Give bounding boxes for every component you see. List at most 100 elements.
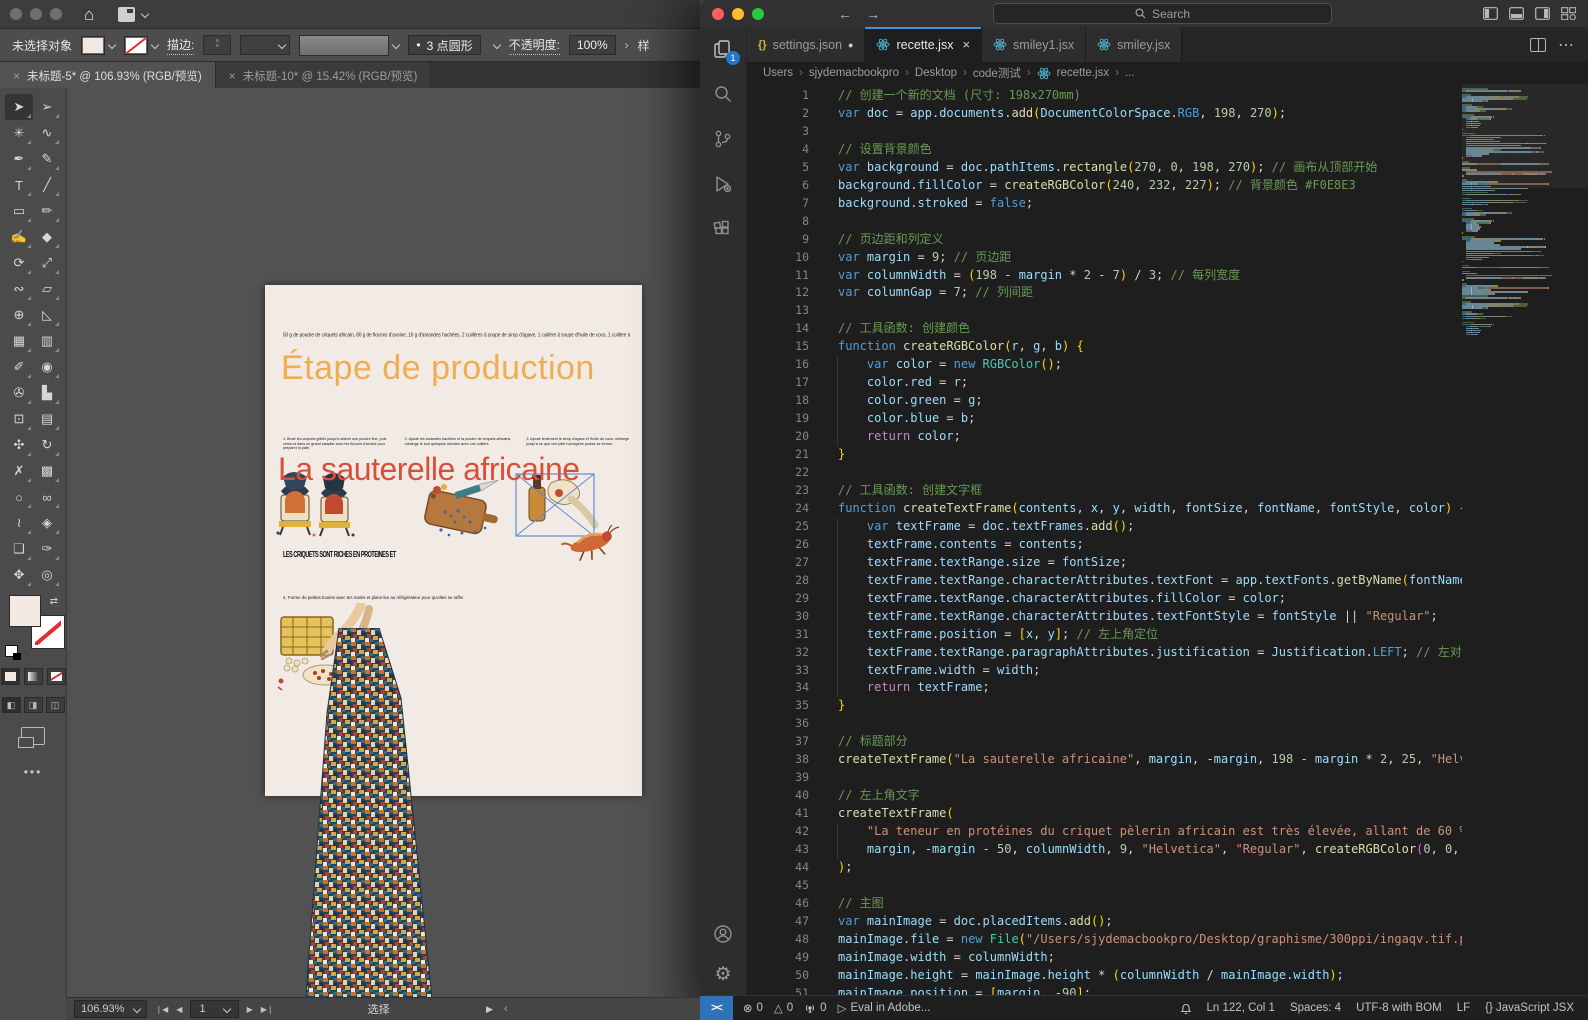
symbol-sprayer-tool[interactable]: ✇ xyxy=(5,380,33,406)
selection-tool[interactable]: ➤ xyxy=(5,94,33,120)
breadcrumb-item[interactable]: Users xyxy=(763,67,793,79)
curve-tool[interactable]: ≀ xyxy=(5,510,33,536)
gradient-button[interactable] xyxy=(23,668,43,685)
code-line[interactable]: 25 var textFrame = doc.textFrames.add(); xyxy=(747,517,1462,536)
source-control-icon[interactable] xyxy=(711,127,735,151)
code-line[interactable]: 30 textFrame.textRange.characterAttribut… xyxy=(747,607,1462,626)
draw-normal-mode[interactable]: ◧ xyxy=(1,697,21,713)
line-segment-tool[interactable]: ╱ xyxy=(33,172,61,198)
code-line[interactable]: 49 mainImage.width = columnWidth; xyxy=(747,949,1462,967)
code-line[interactable]: 7 background.stroked = false; xyxy=(747,195,1462,213)
code-line[interactable]: 43 margin, -margin - 50, columnWidth, 9,… xyxy=(747,841,1462,859)
bell-icon[interactable] xyxy=(1180,1002,1192,1015)
paintbrush-tool[interactable]: ✏ xyxy=(33,198,61,224)
draw-behind-mode[interactable]: ◨ xyxy=(23,697,43,713)
chevron-down-icon[interactable] xyxy=(107,40,117,50)
type-tool[interactable]: T xyxy=(5,172,33,198)
command-center-search[interactable]: Search xyxy=(993,3,1332,24)
code-line[interactable]: 23 // 工具函数: 创建文字框 xyxy=(747,482,1462,500)
brush-preview[interactable] xyxy=(299,34,390,56)
swap-fill-stroke-icon[interactable]: ⇄ xyxy=(50,596,58,607)
artboard-number-dropdown[interactable]: 1 xyxy=(190,1000,239,1018)
minimap-slider[interactable] xyxy=(1462,84,1588,188)
split-editor-icon[interactable] xyxy=(1530,37,1546,52)
code-line[interactable]: 4 // 设置背景颜色 xyxy=(747,141,1462,159)
customize-layout-icon[interactable] xyxy=(1561,7,1576,20)
page-tool[interactable]: ❏ xyxy=(5,536,33,562)
code-line[interactable]: 20 return color; xyxy=(747,428,1462,447)
collapse-icon[interactable]: ‹ xyxy=(504,1003,508,1015)
minimize-window-button[interactable] xyxy=(732,7,744,20)
more-actions-icon[interactable]: ⋯ xyxy=(1558,35,1574,55)
code-line[interactable]: 28 textFrame.textRange.characterAttribut… xyxy=(747,571,1462,590)
minimize-window-button[interactable] xyxy=(30,8,42,20)
next-artboard-button[interactable]: ▶ xyxy=(247,1005,253,1014)
brush-definition-dropdown[interactable]: • 3 点圆形 xyxy=(408,35,481,55)
loop-tool[interactable]: ○ xyxy=(5,484,33,510)
code-line[interactable]: 37 // 标题部分 xyxy=(747,733,1462,751)
free-transform-tool[interactable]: ▱ xyxy=(33,276,61,302)
chevron-down-icon[interactable] xyxy=(150,40,160,50)
breadcrumb-item[interactable]: sjydemacbookpro xyxy=(809,67,899,79)
eraser-tool[interactable]: ◆ xyxy=(33,224,61,250)
code-line[interactable]: 9 // 页边距和列定义 xyxy=(747,231,1462,249)
code-line[interactable]: 27 textFrame.textRange.size = fontSize; xyxy=(747,553,1462,572)
chevron-down-icon[interactable] xyxy=(392,40,401,50)
default-fill-stroke-icon[interactable] xyxy=(6,646,21,660)
code-line[interactable]: 6 background.fillColor = createRGBColor(2… xyxy=(747,177,1462,195)
code-line[interactable]: 32 textFrame.textRange.paragraphAttribut… xyxy=(747,643,1462,662)
code-line[interactable]: 31 textFrame.position = [x, y]; // 左上角定位 xyxy=(747,625,1462,644)
pencil-tool[interactable]: ✑ xyxy=(33,536,61,562)
code-line[interactable]: 5 var background = doc.pathItems.rectangl… xyxy=(747,159,1462,177)
code-line[interactable]: 1 // 创建一个新的文档 (尺寸: 198x270mm) xyxy=(747,87,1462,105)
stroke-color-swatch[interactable] xyxy=(124,35,149,55)
perspective-grid-tool[interactable]: ◺ xyxy=(33,302,61,328)
workspace-switcher[interactable] xyxy=(118,6,150,22)
texture-tool[interactable]: ▩ xyxy=(33,458,61,484)
document-tab[interactable]: × 未标题-10* @ 15.42% (RGB/预览) xyxy=(215,62,432,90)
color-button[interactable] xyxy=(0,668,20,685)
opacity-label[interactable]: 不透明度: xyxy=(508,36,560,55)
toggle-primary-sidebar-icon[interactable] xyxy=(1483,7,1498,20)
navigate-back-icon[interactable]: ← xyxy=(838,6,852,22)
curvature-tool[interactable]: ✎ xyxy=(33,146,61,172)
code-line[interactable]: 48 mainImage.file = new File("/Users/sjyd… xyxy=(747,931,1462,949)
symbol-tool[interactable]: ✣ xyxy=(5,432,33,458)
canvas[interactable]: 50 g de poudre de criquets africain, 80 … xyxy=(67,88,700,1020)
editor-tab-recette-jsx[interactable]: recette.jsx × xyxy=(865,27,983,62)
code-line[interactable]: 8 xyxy=(747,213,1462,231)
problems-warnings[interactable]: △ 0 xyxy=(774,1001,793,1015)
code-line[interactable]: 11 var columnWidth = (198 - margin * 2 - … xyxy=(747,267,1462,285)
run-debug-icon[interactable] xyxy=(711,172,735,196)
code-line[interactable]: 50 mainImage.height = mainImage.height * … xyxy=(747,967,1462,985)
toggle-panel-icon[interactable] xyxy=(1509,7,1524,20)
zoom-window-button[interactable] xyxy=(752,7,764,20)
gradient-tool[interactable]: ▥ xyxy=(33,328,61,354)
status-item[interactable]: {} JavaScript JSX xyxy=(1485,1002,1574,1014)
shaper-tool[interactable]: ✍ xyxy=(5,224,33,250)
document-tab[interactable]: × 未标题-5* @ 106.93% (RGB/预览) xyxy=(0,62,216,90)
shape-builder-tool[interactable]: ⊕ xyxy=(5,302,33,328)
code-line[interactable]: 10 var margin = 9; // 页边距 xyxy=(747,249,1462,267)
status-item[interactable]: Ln 122, Col 1 xyxy=(1207,1002,1275,1014)
mesh-tool[interactable]: ▦ xyxy=(5,328,33,354)
code-line[interactable]: 47 var mainImage = doc.placedItems.add(); xyxy=(747,913,1462,931)
code-line[interactable]: 17 color.red = r; xyxy=(747,374,1462,393)
code-line[interactable]: 18 color.green = g; xyxy=(747,392,1462,411)
fill-color-swatch[interactable] xyxy=(81,35,106,55)
stroke-weight-stepper[interactable]: ˄ ˅ xyxy=(203,35,232,55)
code-line[interactable]: 45 xyxy=(747,877,1462,895)
code-line[interactable]: 2 var doc = app.documents.add(DocumentCol… xyxy=(747,105,1462,123)
close-window-button[interactable] xyxy=(712,7,724,20)
code-line[interactable]: 21} xyxy=(747,446,1462,464)
ports-indicator[interactable]: 0 xyxy=(804,1002,827,1014)
editor-tab-smiley-jsx[interactable]: smiley.jsx xyxy=(1086,27,1183,62)
artboard-tool[interactable]: ⊡ xyxy=(5,406,33,432)
lasso-tool[interactable]: ∿ xyxy=(33,120,61,146)
navigate-forward-icon[interactable]: → xyxy=(866,6,880,22)
breadcrumb[interactable]: Users › sjydemacbookpro › Desktop › code测试 › rec… xyxy=(747,62,1588,84)
code-line[interactable]: 16 var color = new RGBColor(); xyxy=(747,356,1462,375)
close-tab-icon[interactable]: × xyxy=(13,69,20,83)
toggle-secondary-sidebar-icon[interactable] xyxy=(1535,7,1550,20)
fill-swatch[interactable] xyxy=(10,596,40,626)
